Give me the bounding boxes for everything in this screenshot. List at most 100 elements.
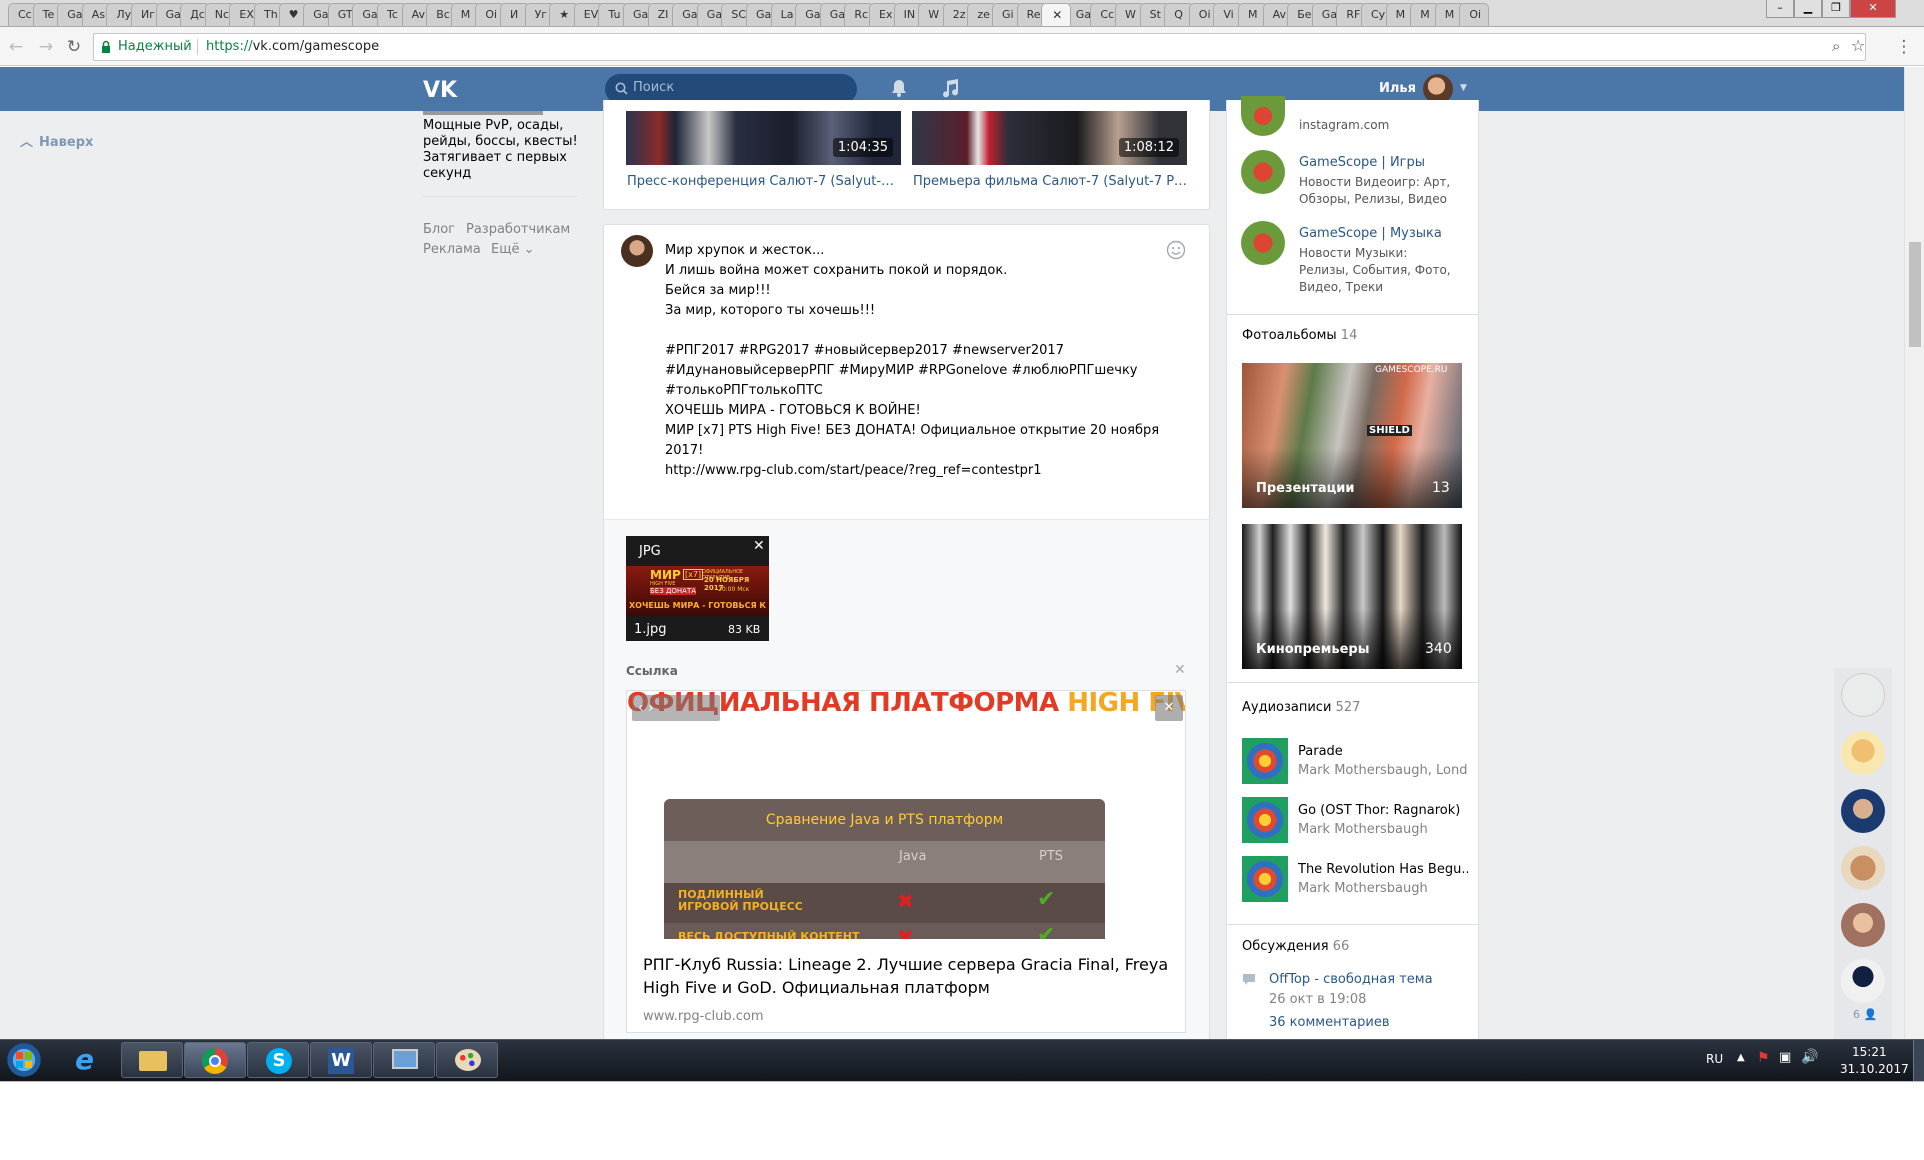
chat-avatar[interactable] <box>1841 959 1885 1003</box>
link-preview-title[interactable]: РПГ-Клуб Russia: Lineage 2. Лучшие серве… <box>643 953 1173 999</box>
chat-online-count[interactable]: 6 👤 <box>1853 1008 1877 1021</box>
notifications-bell-icon[interactable] <box>889 78 909 98</box>
taskbar-network-button[interactable] <box>373 1042 435 1078</box>
topic-comments[interactable]: 36 комментариев <box>1269 1015 1390 1030</box>
clock-time[interactable]: 15:21 <box>1852 1045 1887 1059</box>
track-title[interactable]: The Revolution Has Begu... <box>1298 862 1468 877</box>
chat-avatar[interactable] <box>1841 673 1885 717</box>
taskbar-ie-button[interactable]: e <box>58 1042 120 1078</box>
chat-avatar[interactable] <box>1841 789 1885 833</box>
close-tab-icon[interactable]: ✕ <box>1052 4 1062 26</box>
audio-header[interactable]: Аудиозаписи 527 <box>1242 700 1360 715</box>
footer-link-ads[interactable]: Реклама <box>423 242 481 257</box>
volume-icon[interactable]: 🔊 <box>1801 1049 1818 1065</box>
group-avatar[interactable] <box>1241 221 1285 265</box>
vk-logo[interactable]: VK <box>423 78 461 100</box>
language-indicator[interactable]: RU <box>1706 1052 1723 1066</box>
album-thumbnail[interactable]: Кинопремьеры 340 <box>1242 524 1462 669</box>
tab-label: W <box>928 8 940 21</box>
browser-tab-active[interactable]: ✕ <box>1041 3 1072 26</box>
address-bar[interactable]: Надежный https://vk.com/gamescope ⌕ ☆ <box>93 33 1866 61</box>
video-title[interactable]: Пресс-конференция Салют-7 (Salyut-7 Pr..… <box>627 174 902 189</box>
track-cover[interactable] <box>1242 856 1288 902</box>
discussions-header[interactable]: Обсуждения 66 <box>1242 939 1349 954</box>
footer-link-developers[interactable]: Разработчикам <box>466 222 570 237</box>
lock-icon <box>101 40 111 53</box>
albums-header[interactable]: Фотоальбомы 14 <box>1242 328 1357 343</box>
show-desktop-button[interactable] <box>1913 1040 1924 1081</box>
group-avatar[interactable] <box>1241 150 1285 194</box>
network-tray-icon[interactable]: ▣ <box>1779 1050 1791 1065</box>
url-text[interactable]: https://vk.com/gamescope <box>206 39 379 54</box>
taskbar-explorer-button[interactable] <box>121 1042 183 1078</box>
close-preview-button[interactable]: ✕ <box>1155 695 1183 721</box>
scrollbar-thumb[interactable] <box>1909 242 1921 347</box>
remove-attachment-icon[interactable]: ✕ <box>753 538 765 554</box>
video-thumbnail[interactable]: 1:04:35 <box>626 111 901 165</box>
link-preview[interactable]: ОФИЦИАЛЬНАЯ ПЛАТФОРМА HIGH FIVE ‹ › ✕ Ср… <box>626 690 1186 1033</box>
video-title[interactable]: Премьера фильма Салют-7 (Salyut-7 Pre... <box>913 174 1188 189</box>
taskbar-word-button[interactable]: W <box>310 1042 372 1078</box>
minimize-window-button[interactable]: – <box>1766 0 1794 18</box>
image-attachment[interactable]: JPG ✕ МИР [x7] HIGH FIVE БЕЗ ДОНАТА ОФИЦ… <box>626 536 769 641</box>
footer-link-blog[interactable]: Блог <box>423 222 455 237</box>
link-preview-domain[interactable]: www.rpg-club.com <box>643 1009 764 1024</box>
close-window-button[interactable]: ✕ <box>1850 0 1896 18</box>
bookmark-star-icon[interactable]: ☆ <box>1851 36 1865 55</box>
clock-date[interactable]: 31.10.2017 <box>1840 1062 1909 1076</box>
taskbar-skype-button[interactable]: S <box>247 1042 309 1078</box>
chevron-down-icon[interactable]: ▼ <box>1460 83 1467 93</box>
track-artist[interactable]: Mark Mothersbaugh, Londo <box>1298 763 1468 778</box>
zoom-icon[interactable]: ⌕ <box>1832 37 1840 55</box>
carousel-arrow-button[interactable]: ‹ › <box>632 695 720 721</box>
chat-avatar[interactable] <box>1841 903 1885 947</box>
start-button[interactable] <box>4 1041 44 1079</box>
taskbar-paint-button[interactable] <box>436 1042 498 1078</box>
tab-label: Ga <box>67 8 83 21</box>
group-name[interactable]: GameScope | Игры <box>1299 155 1425 170</box>
footer-link-more[interactable]: Ещё ⌄ <box>491 242 534 257</box>
album-caption-gradient <box>1242 609 1462 669</box>
group-desc: Новости Видеоигр: Арт, Обзоры, Релизы, В… <box>1299 175 1451 206</box>
tab-label: Cc <box>18 8 32 21</box>
page-scrollbar[interactable] <box>1904 67 1924 1039</box>
track-artist[interactable]: Mark Mothersbaugh <box>1298 822 1468 837</box>
minimize-button[interactable]: ▁ <box>1794 0 1822 18</box>
tray-expand-icon[interactable]: ▲ <box>1737 1052 1745 1063</box>
tab-label: Ga <box>633 8 649 21</box>
browser-tab[interactable]: Oi <box>1459 3 1490 26</box>
group-name[interactable]: GameScope | Музыка <box>1299 226 1442 241</box>
back-icon[interactable]: ← <box>6 37 26 57</box>
tab-label: Oi <box>1198 8 1211 21</box>
browser-menu-icon[interactable]: ⋮ <box>1894 37 1914 57</box>
track-cover[interactable] <box>1242 738 1288 784</box>
music-icon[interactable] <box>940 78 960 98</box>
tab-label: Oi <box>485 8 498 21</box>
tab-label: Дс <box>190 8 205 21</box>
video-thumbnail[interactable]: 1:08:12 <box>912 111 1187 165</box>
chat-avatar[interactable] <box>1841 731 1885 775</box>
user-name[interactable]: Илья <box>1379 81 1416 96</box>
tab-label: Ga <box>313 8 329 21</box>
back-to-top-link[interactable]: ︿ Наверх <box>20 131 93 150</box>
track-cover[interactable] <box>1242 797 1288 843</box>
chat-avatar[interactable] <box>1841 846 1885 890</box>
reload-icon[interactable]: ↻ <box>64 37 84 57</box>
tab-strip: Cc Te Ga As Лу Иг Ga Дс Nc EX Th ♥ Ga GT Ga Tc Av Вс M Oi И У… <box>0 0 1924 27</box>
forward-icon[interactable]: → <box>36 37 56 57</box>
maximize-button[interactable]: ❐ <box>1822 0 1850 18</box>
track-title[interactable]: Go (OST Thor: Ragnarok) <box>1298 803 1468 818</box>
taskbar-chrome-button[interactable] <box>184 1042 246 1078</box>
cross-icon: ✖ <box>897 925 914 939</box>
topic-title[interactable]: OffTop - свободная тема <box>1269 972 1433 987</box>
post-author-avatar[interactable] <box>621 235 653 267</box>
track-artist[interactable]: Mark Mothersbaugh <box>1298 881 1468 896</box>
tab-label: 2z <box>952 8 966 21</box>
remove-link-icon[interactable]: ✕ <box>1174 662 1186 678</box>
action-center-flag-icon[interactable]: ⚑ <box>1757 1050 1770 1066</box>
album-thumbnail[interactable]: GAMESCOPE.RU SHIELD Презентации 13 <box>1242 363 1462 508</box>
track-title[interactable]: Parade <box>1298 744 1468 759</box>
tab-label: Ex <box>879 8 893 21</box>
album-overlay-text: SHIELD <box>1367 425 1412 436</box>
table-header-pts: PTS <box>1039 849 1064 864</box>
